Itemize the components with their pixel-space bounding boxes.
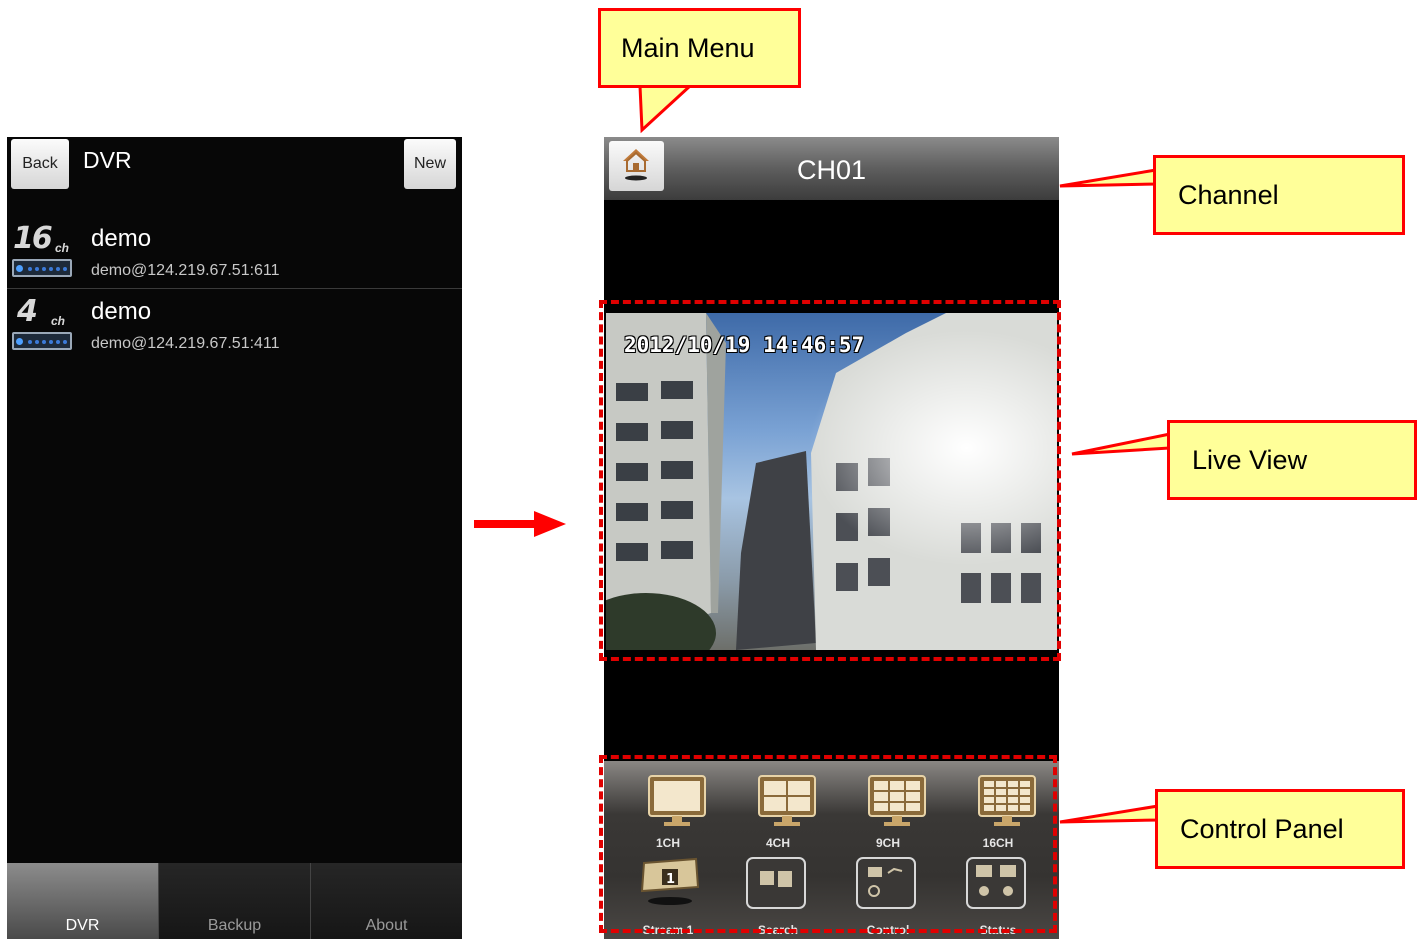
channel-title-text: CH01 xyxy=(796,155,867,185)
control-panel-highlight xyxy=(599,755,1057,933)
bottom-tab-bar: DVR Backup About xyxy=(7,863,462,939)
dvr-list-header: Back DVR New xyxy=(7,137,462,205)
back-button[interactable]: Back xyxy=(11,139,69,189)
callout-control-panel: Control Panel xyxy=(1155,789,1405,869)
new-device-button[interactable]: New xyxy=(404,139,456,189)
tab-about[interactable]: About xyxy=(310,863,462,939)
dvr-list-screen: Back DVR New 16 ch demo demo@124.219.67.… xyxy=(7,137,462,939)
callout-live-view-text: Live View xyxy=(1192,444,1308,475)
channel-title-bar: CH01 xyxy=(604,137,1059,200)
callout-channel-text: Channel xyxy=(1178,179,1279,210)
page-title: DVR xyxy=(83,147,132,173)
device-name: demo xyxy=(91,298,152,325)
channel-count: 4 xyxy=(17,294,38,329)
tab-dvr[interactable]: DVR xyxy=(7,863,158,939)
device-list-item[interactable]: 16 ch demo demo@124.219.67.51:611 xyxy=(7,219,462,289)
dvr-box-graphic xyxy=(12,332,72,350)
dvr-16ch-icon: 16 ch xyxy=(11,221,75,283)
channel-suffix: ch xyxy=(51,314,66,328)
callout-channel: Channel xyxy=(1153,155,1405,235)
flow-arrow-icon xyxy=(474,511,566,537)
callout-main-menu-text: Main Menu xyxy=(621,32,755,63)
channel-suffix: ch xyxy=(55,241,70,255)
device-list-item[interactable]: 4 ch demo demo@124.219.67.51:411 xyxy=(7,292,462,362)
callout-live-view: Live View xyxy=(1167,420,1417,500)
device-name: demo xyxy=(91,225,152,252)
device-address: demo@124.219.67.51:611 xyxy=(91,262,280,279)
callout-main-menu: Main Menu xyxy=(598,8,801,88)
device-address: demo@124.219.67.51:411 xyxy=(91,335,280,352)
live-view-highlight xyxy=(599,300,1061,661)
tab-backup[interactable]: Backup xyxy=(158,863,310,939)
dvr-box-graphic xyxy=(12,259,72,277)
channel-title: CH01 xyxy=(604,155,1059,186)
dvr-4ch-icon: 4 ch xyxy=(11,294,75,356)
callout-control-panel-text: Control Panel xyxy=(1180,813,1344,844)
channel-count: 16 xyxy=(13,221,53,256)
